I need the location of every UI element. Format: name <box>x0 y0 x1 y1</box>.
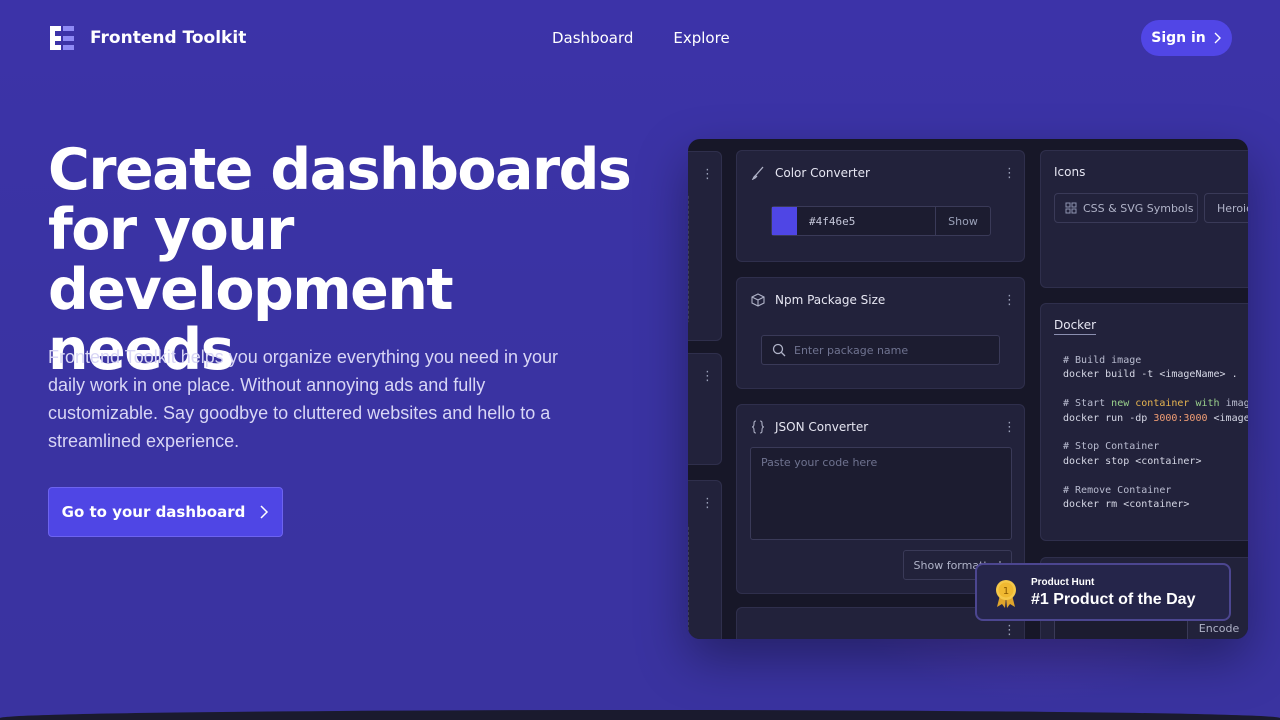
code-line: docker build -t <imageName> . <box>1063 369 1238 381</box>
docker-header: Docker <box>1054 318 1097 335</box>
chip-label: CSS & SVG Symbols <box>1083 201 1194 215</box>
sign-in-button[interactable]: Sign in <box>1141 20 1232 56</box>
partial-card-3 <box>688 480 722 639</box>
code-comment: # Remove Container <box>1063 484 1172 496</box>
color-converter-card: Color Converter #4f46e5 Show <box>736 150 1025 262</box>
partial-card-1 <box>688 151 722 341</box>
card-title: Color Converter <box>775 166 870 180</box>
card-menu-icon[interactable] <box>1003 296 1016 306</box>
color-hex-value[interactable]: #4f46e5 <box>809 215 935 228</box>
sign-in-label: Sign in <box>1151 30 1206 46</box>
medal-rank: 1 <box>1003 586 1009 597</box>
dropzone <box>688 523 689 639</box>
card-menu-icon[interactable] <box>701 372 714 382</box>
card-menu-icon[interactable] <box>701 499 714 509</box>
code-line: docker run -dp <box>1063 412 1154 424</box>
chevron-right-icon <box>1214 32 1221 44</box>
code-comment: # Build image <box>1063 355 1142 366</box>
go-to-dashboard-button[interactable]: Go to your dashboard <box>48 487 283 537</box>
main-nav: Dashboard Explore <box>552 29 730 47</box>
medal-icon: 1 <box>996 580 1016 608</box>
logo-icon <box>50 26 74 50</box>
show-color-button[interactable]: Show <box>935 207 990 235</box>
partial-card-2 <box>688 353 722 465</box>
bottom-section-edge <box>0 710 1280 720</box>
color-swatch[interactable] <box>772 207 797 235</box>
code-line: <imageName> <box>1213 412 1248 424</box>
json-converter-header: JSON Converter <box>751 420 868 434</box>
product-hunt-badge[interactable]: 1 Product Hunt #1 Product of the Day <box>975 563 1231 621</box>
search-icon <box>772 343 786 357</box>
code-comment: # Stop Container <box>1063 441 1160 453</box>
icons-card: Icons CSS & SVG Symbols Heroicons <box>1040 150 1248 288</box>
card-title: Docker <box>1054 318 1097 335</box>
product-hunt-label: Product Hunt <box>1031 577 1095 588</box>
card-title: JSON Converter <box>775 420 869 434</box>
npm-package-size-card: Npm Package Size Enter package name <box>736 277 1025 389</box>
code-number: 3000:3000 <box>1153 412 1208 424</box>
hero-subtitle: Frontend Toolkit helps you organize ever… <box>48 347 558 451</box>
code-line: docker rm <container> <box>1063 499 1190 511</box>
color-converter-header: Color Converter <box>751 166 870 180</box>
chip-label: Heroicons <box>1217 201 1248 215</box>
package-icon <box>751 293 765 307</box>
card-menu-icon[interactable] <box>1003 423 1016 433</box>
package-name-input[interactable]: Enter package name <box>761 335 1000 365</box>
product-hunt-award: #1 Product of the Day <box>1031 591 1196 608</box>
package-name-placeholder: Enter package name <box>794 343 909 357</box>
json-input[interactable]: Paste your code here <box>750 447 1012 540</box>
brush-icon <box>751 166 764 180</box>
code-comment: image <box>1225 398 1248 410</box>
braces-icon <box>751 420 765 434</box>
chevron-right-icon <box>260 505 269 519</box>
code-keyword: container <box>1129 398 1196 410</box>
brand-logo[interactable]: Frontend Toolkit <box>50 26 246 50</box>
docker-code-block: # Build image docker build -t <imageName… <box>1063 354 1248 512</box>
card-menu-icon[interactable] <box>701 170 714 180</box>
brand-name: Frontend Toolkit <box>90 28 247 48</box>
docker-card: Docker # Build image docker build -t <im… <box>1040 303 1248 541</box>
code-keyword: with <box>1195 398 1220 410</box>
grid-icon <box>1065 202 1077 214</box>
dropzone <box>688 192 689 324</box>
code-line: docker stop <container> <box>1063 455 1202 467</box>
card-menu-icon[interactable] <box>1003 626 1016 636</box>
color-input[interactable]: #4f46e5 Show <box>771 206 991 236</box>
npm-package-size-header: Npm Package Size <box>751 293 885 307</box>
chip-heroicons[interactable]: Heroicons <box>1204 193 1248 223</box>
code-keyword: new <box>1111 398 1130 410</box>
nav-explore[interactable]: Explore <box>673 29 729 47</box>
card-title: Npm Package Size <box>775 293 886 307</box>
card-title: Icons <box>1054 165 1086 179</box>
json-input-placeholder: Paste your code here <box>761 456 878 469</box>
icons-header: Icons <box>1054 165 1085 179</box>
nav-dashboard[interactable]: Dashboard <box>552 29 633 47</box>
cta-label: Go to your dashboard <box>61 503 246 521</box>
code-comment: # Start <box>1063 398 1112 410</box>
chip-css-svg-symbols[interactable]: CSS & SVG Symbols <box>1054 193 1198 223</box>
card-menu-icon[interactable] <box>1003 169 1016 179</box>
